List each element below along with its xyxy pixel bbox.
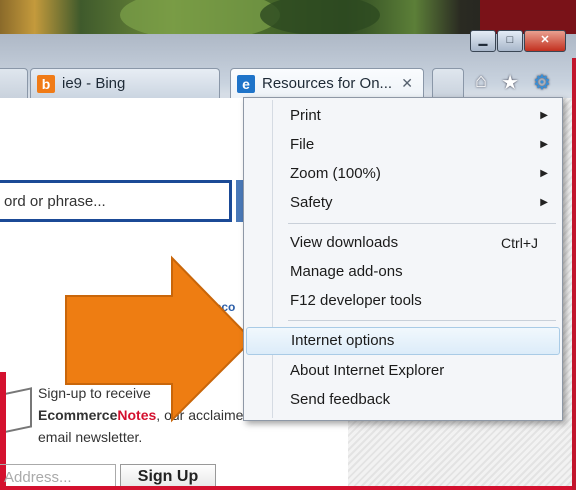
signup-line3: email newsletter. <box>38 429 143 445</box>
right-accent <box>572 58 576 490</box>
command-icons: ⌂ ★ ⚙ <box>475 70 551 95</box>
bottom-accent <box>0 486 576 490</box>
menu-item-label: Internet options <box>291 332 395 349</box>
menu-item-file[interactable]: File ▶ <box>246 131 560 159</box>
tab-label: ie9 - Bing <box>62 75 126 92</box>
menu-item-print[interactable]: Print ▶ <box>246 102 560 130</box>
minimize-button[interactable]: ▁ <box>470 30 496 52</box>
tab-label: Resources for On... <box>262 75 393 92</box>
menu-item-view-downloads[interactable]: View downloads Ctrl+J <box>246 229 560 257</box>
brand-name-a: Ecommerce <box>38 407 118 423</box>
submenu-arrow-icon: ▶ <box>540 168 548 179</box>
close-window-button[interactable]: ✕ <box>524 30 566 52</box>
menu-item-manage-addons[interactable]: Manage add-ons <box>246 258 560 286</box>
menu-item-label: F12 developer tools <box>290 292 422 309</box>
search-input[interactable]: ord or phrase... <box>0 180 232 222</box>
tools-menu: Print ▶ File ▶ Zoom (100%) ▶ Safety ▶ View d… <box>243 97 563 421</box>
menu-item-internet-options[interactable]: Internet options <box>246 327 560 355</box>
menu-item-safety[interactable]: Safety ▶ <box>246 189 560 217</box>
submenu-arrow-icon: ▶ <box>540 197 548 208</box>
menu-item-label: View downloads <box>290 234 399 251</box>
menu-item-about-ie[interactable]: About Internet Explorer <box>246 357 560 385</box>
favorites-star-icon[interactable]: ★ <box>501 70 519 95</box>
menu-item-label: Send feedback <box>290 391 391 408</box>
submenu-arrow-icon: ▶ <box>540 110 548 121</box>
menu-item-label: Safety <box>290 194 333 211</box>
brand-name-b: Notes <box>117 407 157 423</box>
ie-icon: e <box>237 74 255 93</box>
menu-item-label: Manage add-ons <box>290 263 403 280</box>
menu-item-zoom[interactable]: Zoom (100%) ▶ <box>246 160 560 188</box>
bing-icon: b <box>37 74 55 93</box>
tab-bing[interactable]: b ie9 - Bing <box>30 68 220 98</box>
menu-separator <box>288 320 556 321</box>
envelope-icon <box>6 387 32 433</box>
maximize-button[interactable]: □ <box>497 30 523 52</box>
tools-gear-icon[interactable]: ⚙ <box>533 70 551 95</box>
menu-separator <box>288 223 556 224</box>
tab-partial[interactable] <box>0 68 28 99</box>
tab-resources[interactable]: e Resources for On... ✕ <box>230 68 424 98</box>
menu-item-f12-tools[interactable]: F12 developer tools <box>246 287 560 315</box>
menu-item-label: About Internet Explorer <box>290 362 445 379</box>
submenu-arrow-icon: ▶ <box>540 139 548 150</box>
wallpaper-shape <box>260 0 380 35</box>
menu-shortcut: Ctrl+J <box>501 235 538 251</box>
menu-item-label: File <box>290 136 315 153</box>
menu-item-label: Print <box>290 107 321 124</box>
menu-item-send-feedback[interactable]: Send feedback <box>246 386 560 414</box>
home-icon[interactable]: ⌂ <box>475 70 487 95</box>
close-tab-icon[interactable]: ✕ <box>401 75 413 92</box>
window-controls: ▁ □ ✕ <box>470 30 566 52</box>
menu-item-label: Zoom (100%) <box>290 165 381 182</box>
new-tab-button[interactable] <box>432 68 464 99</box>
signup-line2-rest: , our acclaimed <box>156 407 252 423</box>
account-link[interactable]: Acco <box>206 300 235 314</box>
